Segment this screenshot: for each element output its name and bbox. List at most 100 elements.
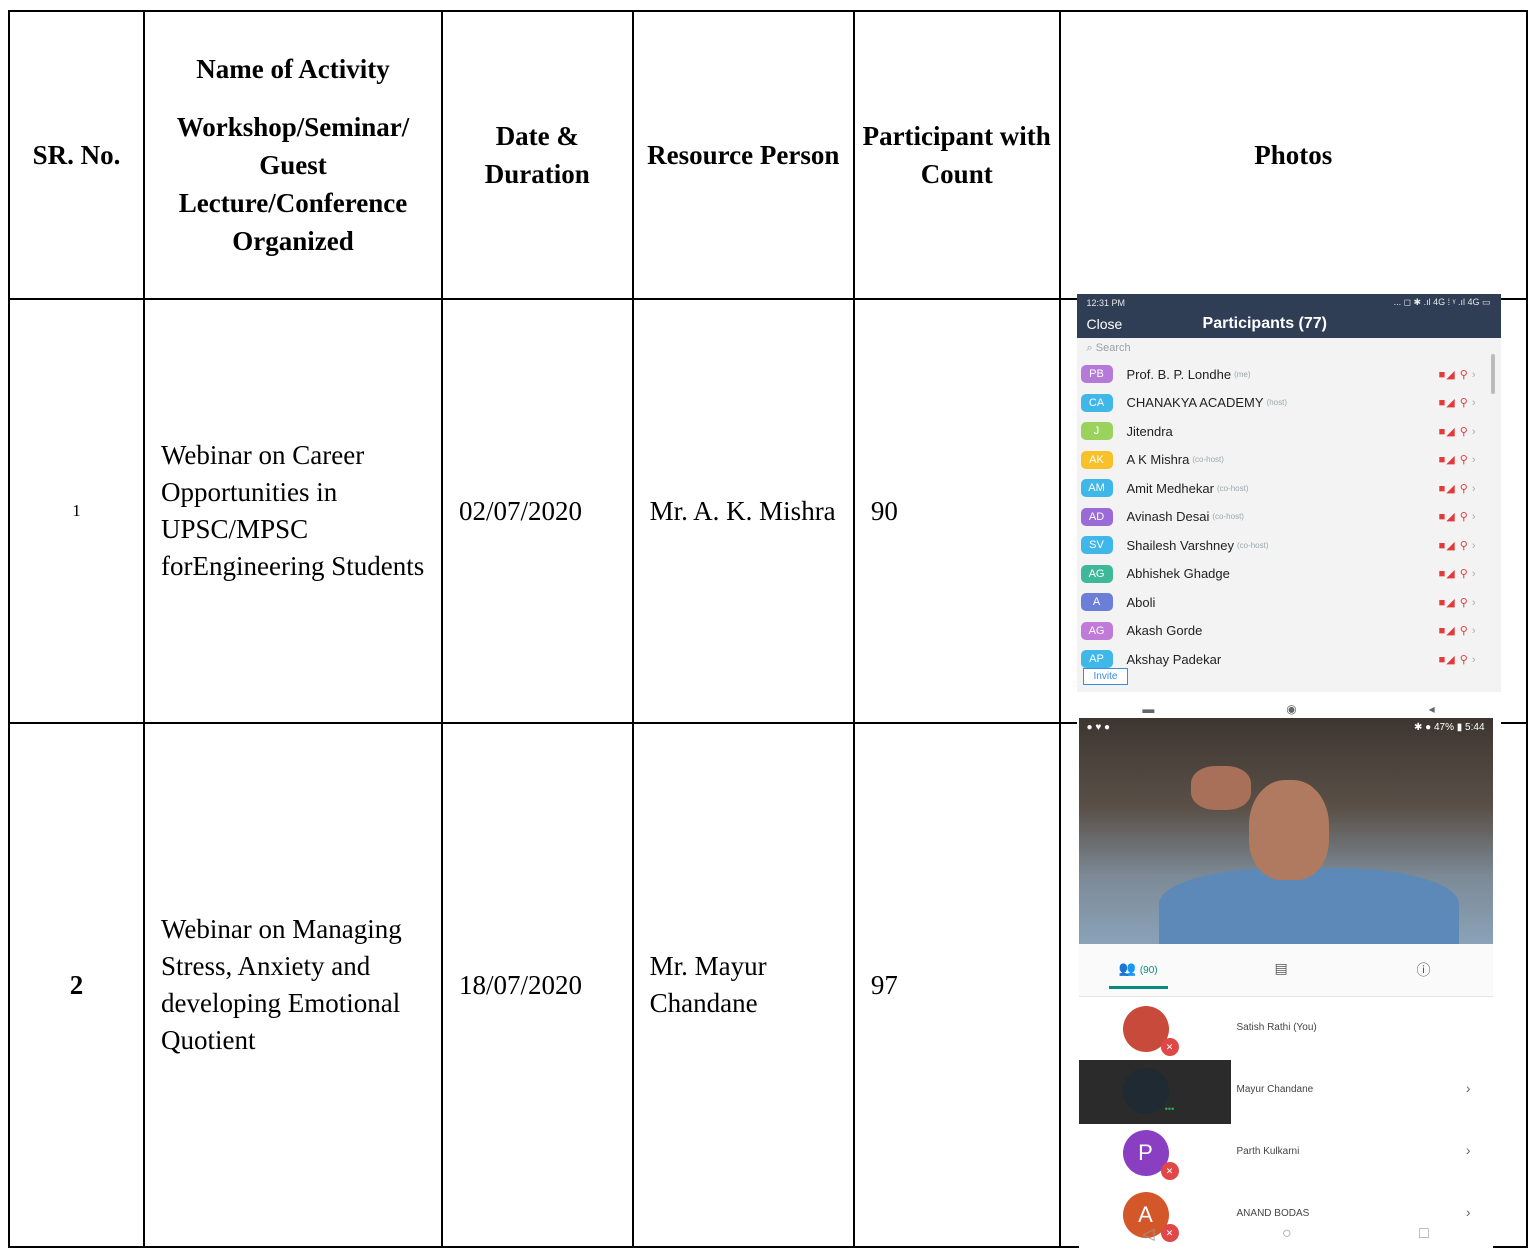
list-item: PB Prof. B. P. Londhe (me) ■◢ ⚲ › [1080,360,1491,389]
people-icon: 👥 [1118,960,1136,976]
participant-name: Jitendra [1126,423,1173,439]
speaker-video: ● ♥ ● ✱ ● 47% ▮ 5:44 [1078,718,1493,944]
chevron-right-icon: › [1465,1080,1471,1096]
mute-video-icon: ■◢ ⚲ › [1438,397,1477,410]
avatar: AK [1080,450,1113,469]
list-item: A Aboli ■◢ ⚲ › [1080,588,1491,617]
header-participant: Participant with Count [852,10,1061,300]
participant-name: Mayur Chandane [1236,1084,1314,1095]
row-photo: ● ♥ ● ✱ ● 47% ▮ 5:44 👥 (90) ▤ ⓘ ✕ Satish … [1058,718,1528,1250]
row-sr: 1 [7,298,146,724]
avatar: AD [1080,507,1113,526]
list-item: SV Shailesh Varshney (co-host) ■◢ ⚲ › [1080,531,1491,560]
list-item: ✕ Satish Rathi (You) [1079,998,1493,1062]
list-item: AM Amit Medhekar (co-host) ■◢ ⚲ › [1080,474,1491,503]
row-resource: Mr. Mayur Chandane [631,722,855,1248]
list-item: ••• Mayur Chandane › [1078,1060,1493,1124]
row-photo: 12:31 PM ... ◻ ✱ .ıl 4G ⁞ ᵞ .ıl 4G ▭ Clo… [1058,294,1528,726]
participant-role: (host) [1266,398,1287,408]
row-sr: 2 [7,722,146,1248]
mute-video-icon: ■◢ ⚲ › [1438,454,1477,467]
participant-name: Aboli [1126,594,1156,610]
back-icon: ◂ [1428,702,1435,716]
participant-name: Avinash Desai [1126,509,1210,525]
header-sr: SR. No. [7,10,146,300]
list-item: AD Avinash Desai (co-host) ■◢ ⚲ › [1080,503,1491,532]
mute-video-icon: ■◢ ⚲ › [1438,653,1477,666]
participant-name: A K Mishra [1126,452,1190,468]
participant-name: Abhishek Ghadge [1126,566,1230,582]
row-activity: Webinar on Career Opportunities in UPSC/… [143,298,443,724]
chat-icon: ▤ [1274,960,1288,976]
row-activity: Webinar on Managing Stress, Anxiety and … [143,722,443,1248]
mute-video-icon: ■◢ ⚲ › [1438,625,1477,638]
avatar: A [1080,593,1113,612]
participant-name: Akash Gorde [1126,623,1203,639]
mute-video-icon: ■◢ ⚲ › [1438,368,1477,381]
header-row: SR. No. Name of Activity Workshop/Semina… [7,10,1528,300]
header-resource: Resource Person [631,10,855,300]
participant-role: (co-host) [1192,455,1224,465]
mic-off-icon: ✕ [1160,1038,1179,1056]
header-activity-subtitle: Workshop/Seminar/ Guest Lecture/Conferen… [176,112,410,256]
avatar: AP [1080,650,1113,669]
mute-video-icon: ■◢ ⚲ › [1438,596,1477,609]
list-item: AP Akshay Padekar ■◢ ⚲ › [1080,645,1491,674]
status-icons: ... ◻ ✱ .ıl 4G ⁞ ᵞ .ıl 4G ▭ [1393,297,1491,307]
list-item: AK A K Mishra (co-host) ■◢ ⚲ › [1080,446,1491,475]
mic-off-icon: ••• [1164,1104,1175,1114]
menu-icon: ▬ [1142,702,1155,716]
header-photos: Photos [1058,10,1528,300]
participant-name: Shailesh Varshney [1126,537,1234,553]
avatar: CA [1080,393,1113,412]
participants-screenshot: 12:31 PM ... ◻ ✱ .ıl 4G ⁞ ᵞ .ıl 4G ▭ Clo… [1076,294,1501,726]
avatar: PB [1080,365,1113,384]
chevron-right-icon: › [1465,1142,1471,1158]
home-icon: ○ [1281,1225,1292,1242]
call-tabs: 👥 (90) ▤ ⓘ [1078,944,1493,997]
recents-icon: □ [1419,1225,1429,1242]
mute-video-icon: ■◢ ⚲ › [1438,482,1477,495]
avatar: AG [1080,621,1113,640]
status-icons-left: ● ♥ ● [1086,722,1111,733]
avatar: SV [1080,536,1113,555]
invite-button: Invite [1082,668,1129,685]
table-row: 1 Webinar on Career Opportunities in UPS… [7,294,1528,726]
table-row: 2 Webinar on Managing Stress, Anxiety an… [7,718,1528,1250]
row-count: 90 [852,298,1061,724]
mic-off-icon: ✕ [1160,1162,1179,1180]
activity-table: SR. No. Name of Activity Workshop/Semina… [7,10,1528,1250]
participant-name: Amit Medhekar [1126,480,1214,496]
android-nav-bar: ◁ ○ □ [1079,1218,1493,1250]
participant-list: PB Prof. B. P. Londhe (me) ■◢ ⚲ › CA CHANAKYA … [1080,360,1491,674]
info-icon: ⓘ [1416,962,1431,978]
avatar: J [1080,422,1113,441]
mute-video-icon: ■◢ ⚲ › [1438,539,1477,552]
avatar: AG [1080,564,1113,583]
participant-role: (co-host) [1236,540,1269,550]
row-count: 97 [852,722,1061,1248]
participant-name: Satish Rathi (You) [1236,1022,1317,1033]
participant-role: (me) [1234,369,1251,379]
search-icon: ⌕ [1086,342,1093,354]
participants-tab: 👥 (90) [1108,960,1168,989]
participant-name: Prof. B. P. Londhe [1126,366,1232,382]
participant-role: (co-host) [1212,512,1244,522]
video-call-screenshot: ● ♥ ● ✱ ● 47% ▮ 5:44 👥 (90) ▤ ⓘ ✕ Satish … [1078,718,1493,1250]
header-activity-title: Name of Activity [196,54,390,84]
status-icons-right: ✱ ● 47% ▮ 5:44 [1414,722,1485,733]
status-time: 12:31 PM [1086,298,1126,308]
search-field: ⌕ Search [1086,342,1131,354]
mute-video-icon: ■◢ ⚲ › [1438,425,1477,438]
scrollbar [1490,354,1495,394]
mute-video-icon: ■◢ ⚲ › [1438,511,1477,524]
home-icon: ◉ [1286,702,1297,716]
list-item: AG Akash Gorde ■◢ ⚲ › [1080,617,1491,646]
list-item: P ✕ Parth Kulkarni › [1079,1122,1493,1186]
participant-name: Akshay Padekar [1126,651,1222,667]
list-item: CA CHANAKYA ACADEMY (host) ■◢ ⚲ › [1080,389,1491,418]
participant-role: (co-host) [1216,483,1249,493]
participant-name: CHANAKYA ACADEMY [1126,395,1264,411]
row-date: 02/07/2020 [440,298,634,724]
back-icon: ◁ [1142,1226,1155,1243]
